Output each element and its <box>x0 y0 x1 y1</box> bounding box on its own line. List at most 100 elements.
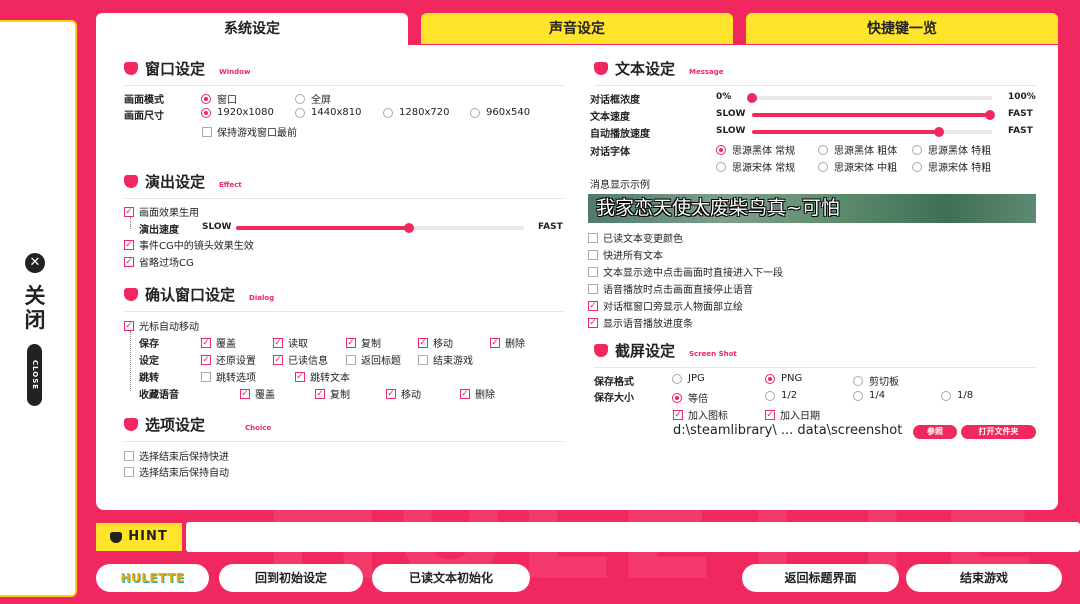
add-date-checkbox[interactable]: ✓ 加入日期 <box>765 407 820 422</box>
read-color-checkbox[interactable]: 已读文本变更颜色 <box>588 230 683 245</box>
dialog-settings-read[interactable]: ✓ 已读信息 <box>273 352 328 367</box>
radio-icon <box>672 373 682 384</box>
dialog-settings-reset[interactable]: ✓ 还原设置 <box>201 352 256 367</box>
close-panel[interactable]: ✕ 关闭 CLOSE <box>0 20 77 597</box>
dialog-save-overwrite[interactable]: ✓ 覆盖 <box>201 335 236 350</box>
size-1920-radio[interactable]: 1920x1080 <box>201 107 274 118</box>
dialog-save-delete[interactable]: ✓ 删除 <box>490 335 525 350</box>
mode-window-radio[interactable]: 窗口 <box>201 91 237 106</box>
format-png-radio[interactable]: PNG <box>765 373 802 384</box>
screen-effect-checkbox[interactable]: ✓ 画面效果生用 <box>124 204 199 219</box>
size-original-radio[interactable]: 等倍 <box>672 390 708 405</box>
text-speed-slider[interactable] <box>752 110 995 120</box>
checkbox-label: 画面效果生用 <box>139 208 199 219</box>
mode-fullscreen-radio[interactable]: 全屏 <box>295 91 331 106</box>
keep-front-checkbox[interactable]: 保持游戏窗口最前 <box>202 124 297 139</box>
keep-auto-checkbox[interactable]: 选择结束后保持自动 <box>124 464 229 479</box>
font-song-regular-radio[interactable]: 思源宋体 常规 <box>716 159 795 174</box>
cursor-auto-checkbox[interactable]: ✓ 光标自动移动 <box>124 318 199 333</box>
auto-speed-label: 自动播放速度 <box>590 129 650 140</box>
cg-lens-checkbox[interactable]: ✓ 事件CG中的镜头效果生效 <box>124 237 254 252</box>
section-icon <box>124 175 138 188</box>
close-badge[interactable]: CLOSE <box>27 344 42 406</box>
skip-cg-checkbox[interactable]: ✓ 省略过场CG <box>124 254 194 269</box>
checkbox-label: 结束游戏 <box>433 356 473 367</box>
section-subtitle: Choice <box>245 424 272 432</box>
dialog-voice-copy[interactable]: ✓ 复制 <box>315 386 350 401</box>
font-song-medium-radio[interactable]: 思源宋体 中粗 <box>818 159 897 174</box>
dialog-row-jump-label: 跳转 <box>139 373 159 384</box>
dialog-settings-quit[interactable]: 结束游戏 <box>418 352 473 367</box>
tab-system-settings[interactable]: 系统设定 <box>96 13 408 46</box>
dialog-jump-choice[interactable]: 跳转选项 <box>201 369 256 384</box>
dialog-settings-title[interactable]: 返回标题 <box>346 352 401 367</box>
radio-icon <box>912 144 922 155</box>
browse-button[interactable]: 参照 <box>913 425 957 439</box>
radio-label: 思源黑体 特粗 <box>928 146 992 157</box>
checkbox-label: 返回标题 <box>361 356 401 367</box>
dialog-save-copy[interactable]: ✓ 复制 <box>346 335 381 350</box>
text-speed-label: 文本速度 <box>590 112 630 123</box>
dialog-voice-delete[interactable]: ✓ 删除 <box>460 386 495 401</box>
slider-knob[interactable] <box>747 93 757 103</box>
voice-progress-checkbox[interactable]: ✓ 显示语音播放进度条 <box>588 315 693 330</box>
keep-skip-checkbox[interactable]: 选择结束后保持快进 <box>124 448 229 463</box>
font-hei-heavy-radio[interactable]: 思源黑体 特粗 <box>912 142 991 157</box>
dialog-voice-move[interactable]: ✓ 移动 <box>386 386 421 401</box>
size-960-radio[interactable]: 960x540 <box>470 107 530 118</box>
reset-settings-button[interactable]: 回到初始设定 <box>219 564 363 592</box>
effect-speed-slider[interactable] <box>236 223 524 233</box>
size-1440-radio[interactable]: 1440x810 <box>295 107 361 118</box>
tab-sound-settings[interactable]: 声音设定 <box>421 13 733 44</box>
text-settings-header: 文本设定 Message <box>594 58 1036 86</box>
dialog-jump-text[interactable]: ✓ 跳转文本 <box>295 369 350 384</box>
radio-icon <box>383 107 393 118</box>
size-eighth-radio[interactable]: 1/8 <box>941 390 973 401</box>
dialog-voice-overwrite[interactable]: ✓ 覆盖 <box>240 386 275 401</box>
tree-line <box>130 331 131 391</box>
checkbox-label: 删除 <box>505 339 525 350</box>
size-1280-radio[interactable]: 1280x720 <box>383 107 449 118</box>
slider-fill <box>752 130 940 134</box>
screen-mode-label: 画面模式 <box>124 95 164 106</box>
radio-icon <box>818 144 828 155</box>
radio-label: 思源黑体 粗体 <box>834 146 898 157</box>
opacity-slider[interactable] <box>747 93 992 103</box>
close-label[interactable]: 关闭 <box>22 284 48 332</box>
dialog-save-load[interactable]: ✓ 读取 <box>273 335 308 350</box>
add-icon-checkbox[interactable]: ✓ 加入图标 <box>673 407 728 422</box>
radio-icon <box>765 390 775 401</box>
checkbox-label: 跳转选项 <box>216 373 256 384</box>
size-quarter-radio[interactable]: 1/4 <box>853 390 885 401</box>
close-icon[interactable]: ✕ <box>25 253 45 273</box>
font-song-heavy-radio[interactable]: 思源宋体 特粗 <box>912 159 991 174</box>
save-size-label: 保存大小 <box>594 393 634 404</box>
checkbox-label: 加入日期 <box>780 411 820 422</box>
quit-game-button[interactable]: 结束游戏 <box>906 564 1062 592</box>
click-stop-voice-checkbox[interactable]: 语音播放时点击画面直接停止语音 <box>588 281 753 296</box>
checkbox-icon <box>588 249 598 260</box>
radio-icon <box>201 107 211 118</box>
auto-speed-max: FAST <box>1008 126 1033 136</box>
face-portrait-checkbox[interactable]: ✓ 对话框窗口旁显示人物面部立绘 <box>588 298 743 313</box>
font-hei-regular-radio[interactable]: 思源黑体 常规 <box>716 142 795 157</box>
slider-knob[interactable] <box>934 127 945 137</box>
checkbox-label: 省略过场CG <box>139 258 194 269</box>
section-icon <box>594 62 608 75</box>
slider-knob[interactable] <box>403 223 414 233</box>
open-folder-button[interactable]: 打开文件夹 <box>961 425 1036 439</box>
auto-speed-slider[interactable] <box>752 127 992 137</box>
dialog-save-move[interactable]: ✓ 移动 <box>418 335 453 350</box>
reset-read-text-button[interactable]: 已读文本初始化 <box>372 564 530 592</box>
format-jpg-radio[interactable]: JPG <box>672 373 705 384</box>
font-hei-bold-radio[interactable]: 思源黑体 粗体 <box>818 142 897 157</box>
tab-shortcut-list[interactable]: 快捷键一览 <box>746 13 1058 44</box>
slider-knob[interactable] <box>984 110 995 120</box>
return-title-button[interactable]: 返回标题界面 <box>742 564 899 592</box>
checkbox-label: 还原设置 <box>216 356 256 367</box>
size-half-radio[interactable]: 1/2 <box>765 390 797 401</box>
format-clipboard-radio[interactable]: 剪切板 <box>853 373 899 388</box>
checkbox-icon: ✓ <box>673 409 683 420</box>
click-next-checkbox[interactable]: 文本显示途中点击画面时直接进入下一段 <box>588 264 783 279</box>
skip-all-checkbox[interactable]: 快进所有文本 <box>588 247 663 262</box>
